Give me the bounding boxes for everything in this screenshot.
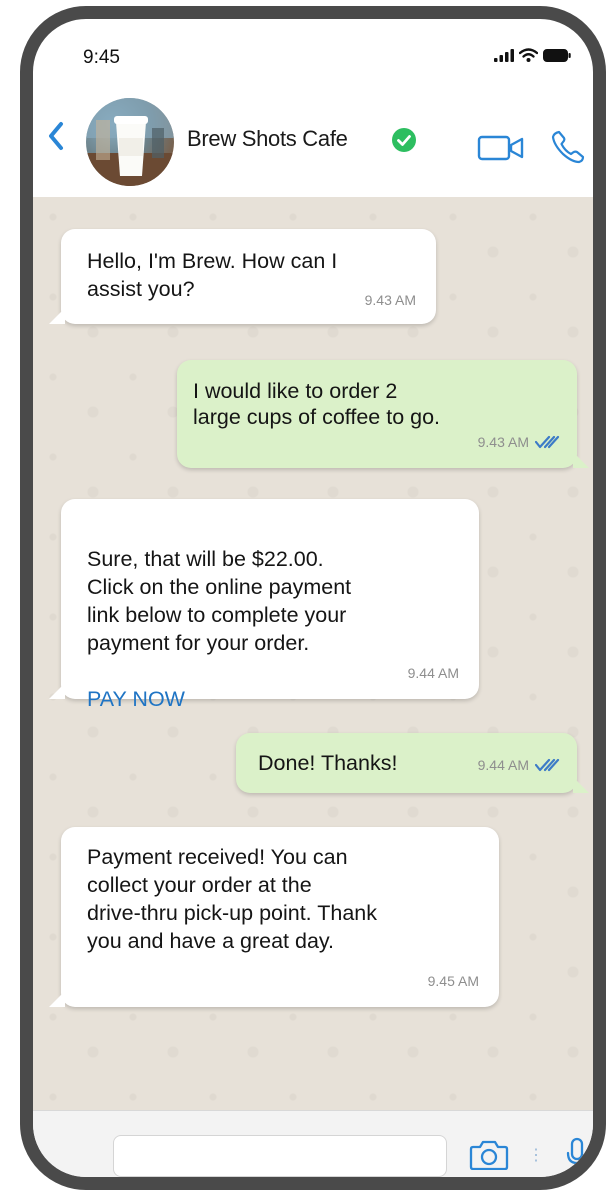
message-text: Payment received! You can collect your o… [87, 845, 377, 953]
cellular-signal-icon [494, 49, 514, 62]
double-check-icon [535, 758, 560, 772]
screen: 9:45 Brew Shots Cafe Hello, I'm Brew. Ho… [33, 19, 593, 1177]
status-time: 9:45 [83, 47, 120, 68]
message-meta: 9.45 AM [428, 967, 479, 995]
chat-header: Brew Shots Cafe [33, 81, 593, 198]
message-text: Sure, that will be $22.00. Click on the … [87, 547, 352, 655]
message-time: 9.45 AM [427, 973, 479, 989]
composer-bar: ⋮ [33, 1110, 593, 1177]
message-incoming[interactable]: Sure, that will be $22.00. Click on the … [49, 499, 479, 711]
bubble-tail [49, 991, 65, 1007]
message-incoming[interactable]: Hello, I'm Brew. How can I assist you? 9… [49, 229, 436, 324]
message-text: Done! Thanks! [258, 751, 398, 775]
message-meta: 9.44 AM [478, 751, 563, 779]
bubble-tail [49, 308, 65, 324]
bubble-tail [573, 452, 589, 468]
contact-name[interactable]: Brew Shots Cafe [187, 126, 348, 152]
message-outgoing[interactable]: Done! Thanks! 9.44 AM [236, 733, 589, 793]
status-bar: 9:45 [33, 19, 593, 81]
message-outgoing[interactable]: I would like to order 2 large cups of co… [177, 360, 589, 468]
status-icons [494, 48, 571, 62]
back-icon[interactable] [47, 121, 65, 151]
message-meta: 9.43 AM [365, 286, 416, 314]
message-list[interactable]: Hello, I'm Brew. How can I assist you? 9… [33, 197, 593, 1110]
message-input[interactable] [113, 1135, 447, 1177]
phone-frame: 9:45 Brew Shots Cafe Hello, I'm Brew. Ho… [20, 6, 606, 1190]
message-text-block: Sure, that will be $22.00. Click on the … [87, 517, 351, 741]
separator-dots: ⋮ [528, 1147, 544, 1164]
voice-call-icon[interactable] [550, 128, 586, 164]
microphone-icon[interactable] [565, 1137, 589, 1173]
double-check-icon [535, 435, 560, 449]
coffee-cup-icon [86, 98, 174, 186]
message-text: Hello, I'm Brew. How can I assist you? [87, 249, 338, 301]
message-text: I would like to order 2 large cups of co… [193, 379, 441, 429]
pay-now-link[interactable]: PAY NOW [87, 685, 351, 713]
verified-icon [392, 128, 416, 152]
bubble-tail [573, 777, 589, 793]
battery-icon [543, 49, 571, 62]
camera-icon[interactable] [469, 1140, 509, 1170]
message-time: 9.43 AM [477, 434, 529, 450]
bubble-tail [49, 683, 65, 699]
message-time: 9.43 AM [364, 292, 416, 308]
message-incoming[interactable]: Payment received! You can collect your o… [49, 827, 499, 1007]
message-time: 9.44 AM [477, 757, 529, 773]
video-call-icon[interactable] [477, 134, 525, 162]
message-time: 9.44 AM [407, 665, 459, 681]
message-meta: 9.43 AM [478, 428, 563, 456]
avatar[interactable] [86, 98, 174, 186]
wifi-icon [519, 48, 538, 62]
message-meta: 9.44 AM [408, 659, 459, 687]
